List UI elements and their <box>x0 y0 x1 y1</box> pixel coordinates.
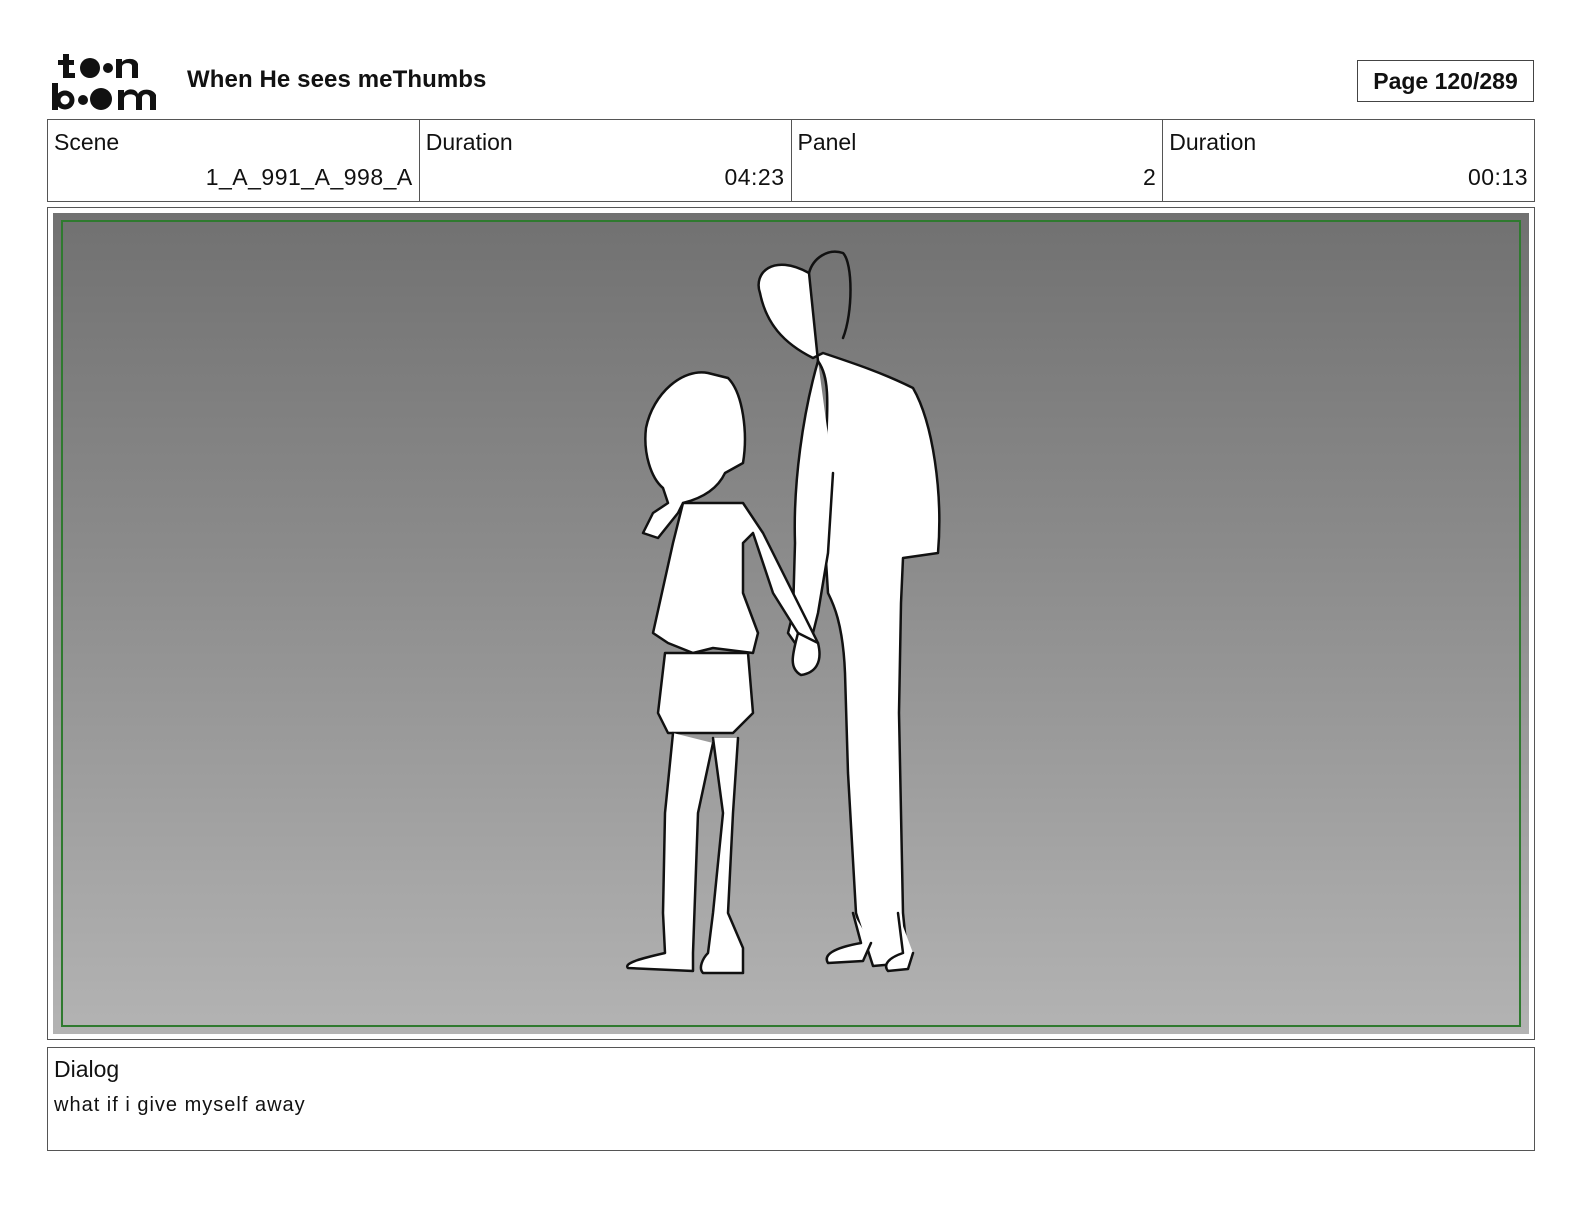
panel-duration-value: 00:13 <box>1467 164 1528 190</box>
storyboard-panel-frame <box>47 207 1535 1040</box>
panel-duration-label: Duration <box>1169 129 1257 155</box>
panel-label: Panel <box>797 129 857 155</box>
scene-cell: Scene 1_A_991_A_998_A <box>48 120 420 201</box>
panel-cell: Panel 2 <box>792 120 1164 201</box>
toon-boom-logo <box>50 48 164 114</box>
scene-duration-value: 04:23 <box>724 164 785 190</box>
dialog-box: Dialog what if i give myself away <box>47 1047 1535 1151</box>
scene-label: Scene <box>54 129 120 155</box>
panel-duration-cell: Duration 00:13 <box>1163 120 1534 201</box>
panel-value: 2 <box>1142 164 1157 190</box>
scene-value: 1_A_991_A_998_A <box>205 164 413 190</box>
scene-info-table: Scene 1_A_991_A_998_A Duration 04:23 Pan… <box>47 119 1535 202</box>
dialog-label: Dialog <box>54 1056 120 1082</box>
dialog-text: what if i give myself away <box>54 1094 306 1116</box>
scene-duration-label: Duration <box>425 129 513 155</box>
page-indicator: Page 120/289 <box>1357 60 1534 102</box>
character-sketch <box>626 250 941 975</box>
scene-duration-cell: Duration 04:23 <box>420 120 792 201</box>
panel-image <box>53 213 1529 1034</box>
project-title: When He sees meThumbs <box>187 66 487 93</box>
